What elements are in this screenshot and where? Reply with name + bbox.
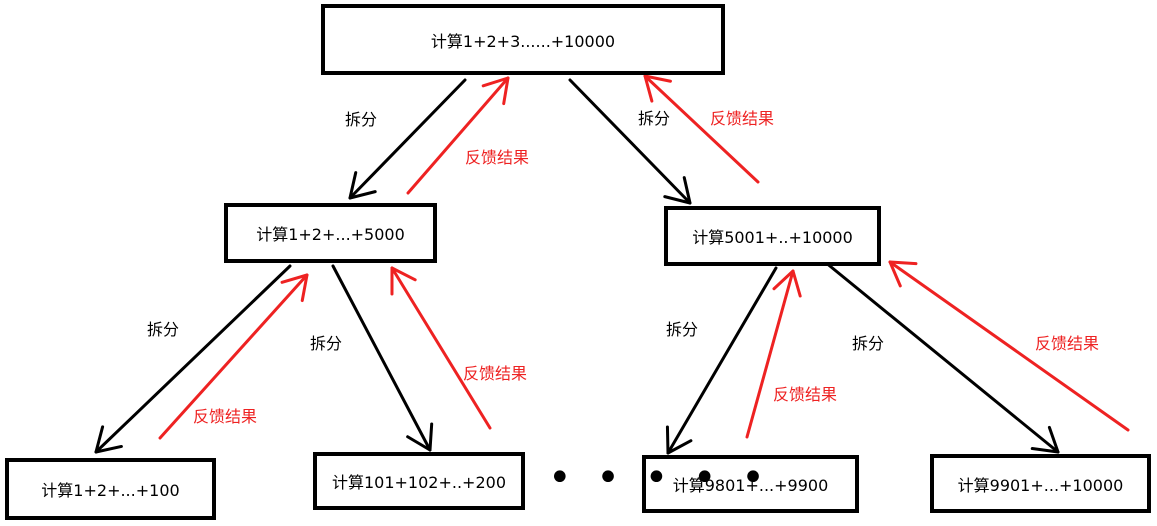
node-right: 计算5001+..+10000 [664, 206, 881, 266]
split-arrow-root-left [348, 78, 467, 200]
split-arrow-left-lr [331, 264, 434, 452]
feedback-arrow-rl-right [745, 269, 802, 439]
node-left-label: 计算1+2+...+5000 [256, 225, 405, 244]
node-ll: 计算1+2+...+100 [5, 458, 216, 520]
split-label-root-right: 拆分 [638, 109, 671, 128]
split-label-root-left: 拆分 [345, 110, 378, 129]
tree-diagram-canvas [94, 74, 1130, 455]
ellipsis-dots: • • • • • [548, 455, 771, 501]
feedback-label-right-root: 反馈结果 [710, 109, 775, 128]
node-ll-label: 计算1+2+...+100 [41, 481, 180, 500]
split-arrow-right-rl [665, 266, 778, 455]
feedback-arrow-right-root [643, 74, 760, 184]
node-root: 计算1+2+3......+10000 [321, 4, 725, 75]
node-right-label: 计算5001+..+10000 [692, 228, 853, 247]
feedback-label-left-root: 反馈结果 [465, 148, 530, 167]
split-arrow-root-right [568, 78, 692, 205]
node-root-label: 计算1+2+3......+10000 [430, 31, 616, 51]
feedback-label-rr-right: 反馈结果 [1035, 334, 1100, 353]
feedback-label-ll-left: 反馈结果 [193, 407, 258, 426]
feedback-label-rl-right: 反馈结果 [773, 385, 838, 404]
node-lr: 计算101+102+..+200 [313, 452, 525, 510]
node-rr: 计算9901+...+10000 [930, 454, 1151, 513]
split-label-right-rr: 拆分 [852, 334, 885, 353]
split-label-left-lr: 拆分 [310, 334, 343, 353]
node-left: 计算1+2+...+5000 [224, 203, 437, 263]
split-label-left-ll: 拆分 [147, 320, 180, 339]
node-lr-label: 计算101+102+..+200 [331, 473, 506, 492]
feedback-label-lr-left: 反馈结果 [463, 364, 528, 383]
node-rr-label: 计算9901+...+10000 [957, 475, 1124, 495]
feedback-arrow-left-root [406, 76, 510, 195]
split-label-right-rl: 拆分 [666, 320, 699, 339]
